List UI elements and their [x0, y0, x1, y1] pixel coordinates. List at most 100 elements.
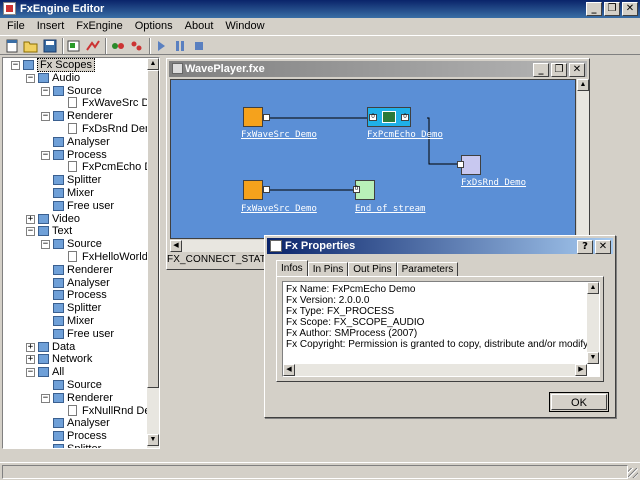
help-button[interactable]: ?	[577, 240, 593, 254]
output-pin[interactable]	[263, 186, 270, 193]
connect-icon[interactable]	[110, 38, 126, 54]
tree-node[interactable]: − Source	[3, 85, 149, 98]
tree-node[interactable]: − Process	[3, 149, 149, 162]
collapse-icon[interactable]: −	[26, 227, 35, 237]
resize-grip-icon[interactable]	[628, 468, 638, 478]
tree-node[interactable]: Process	[3, 289, 149, 302]
dialog-close-button[interactable]: ✕	[595, 240, 611, 254]
menu-options[interactable]: Options	[128, 18, 178, 34]
fx-node-wavesrc[interactable]	[243, 180, 263, 200]
collapse-icon[interactable]: −	[41, 112, 50, 122]
info-text-box[interactable]: Fx Name: FxPcmEcho Demo Fx Version: 2.0.…	[282, 281, 600, 377]
collapse-icon[interactable]: −	[41, 86, 50, 96]
collapse-icon[interactable]: −	[26, 73, 35, 83]
tree-node[interactable]: FxWaveSrc Demo	[3, 97, 149, 110]
close-button[interactable]: ✕	[622, 2, 638, 16]
tree-node[interactable]: Analyser	[3, 136, 149, 149]
child-restore-button[interactable]: ❐	[551, 63, 567, 77]
scroll-down-button[interactable]: ▼	[147, 434, 159, 446]
play-icon[interactable]	[153, 38, 169, 54]
tree-node[interactable]: − Fx Scopes	[3, 58, 149, 72]
tree-node[interactable]: − Renderer	[3, 110, 149, 123]
fx-node-wavesrc[interactable]	[243, 107, 263, 127]
tree-node[interactable]: FxPcmEcho Demo	[3, 161, 149, 174]
collapse-icon[interactable]: −	[41, 150, 50, 160]
tree-node[interactable]: − Renderer	[3, 392, 149, 405]
tree-node[interactable]: − All	[3, 366, 149, 379]
save-icon[interactable]	[42, 38, 58, 54]
canvas-vertical-scrollbar[interactable]: ▲	[577, 79, 589, 239]
tree-node[interactable]: FxDsRnd Demo	[3, 123, 149, 136]
input-pin[interactable]	[457, 161, 464, 168]
pause-icon[interactable]	[172, 38, 188, 54]
remove-fx-icon[interactable]	[85, 38, 101, 54]
tree-node[interactable]: Analyser	[3, 417, 149, 430]
input-pin[interactable]: 0	[369, 114, 377, 121]
menu-about[interactable]: About	[178, 18, 219, 34]
tree-node[interactable]: Analyser	[3, 277, 149, 290]
ok-button[interactable]: OK	[549, 392, 609, 412]
output-pin[interactable]: 0	[401, 114, 409, 121]
open-icon[interactable]	[23, 38, 39, 54]
input-pin[interactable]: 0	[353, 186, 360, 193]
scroll-up-button[interactable]: ▲	[147, 58, 159, 70]
tree-node[interactable]: − Text	[3, 225, 149, 238]
tree-node[interactable]: Splitter	[3, 302, 149, 315]
menu-fxengine[interactable]: FxEngine	[69, 18, 127, 34]
tree-node[interactable]: Process	[3, 430, 149, 443]
tab-parameters[interactable]: Parameters	[396, 262, 459, 277]
tree-node[interactable]: FxHelloWorldSrc	[3, 251, 149, 264]
expand-icon[interactable]: +	[26, 355, 35, 365]
scroll-up-button[interactable]: ▲	[577, 79, 589, 91]
info-vertical-scrollbar[interactable]: ▲ ▼	[587, 282, 599, 364]
restore-button[interactable]: ❐	[604, 2, 620, 16]
minimize-button[interactable]: _	[586, 2, 602, 16]
scroll-thumb[interactable]	[147, 70, 159, 388]
expand-icon[interactable]: +	[26, 214, 35, 224]
tree-node[interactable]: − Audio	[3, 72, 149, 85]
collapse-icon[interactable]: −	[11, 61, 20, 70]
scroll-down-button[interactable]: ▼	[587, 352, 599, 364]
add-fx-icon[interactable]	[66, 38, 82, 54]
fx-graph-canvas[interactable]: FxWaveSrc Demo 0 0 FxPcmEcho Demo FxDsRn…	[170, 79, 576, 239]
info-horizontal-scrollbar[interactable]: ◀ ▶	[283, 364, 587, 376]
child-close-button[interactable]: ✕	[569, 63, 585, 77]
tree-node[interactable]: + Network	[3, 353, 149, 366]
scroll-up-button[interactable]: ▲	[587, 282, 599, 294]
status-bar	[0, 462, 640, 480]
tree-node[interactable]: − Source	[3, 238, 149, 251]
scroll-left-button[interactable]: ◀	[283, 364, 295, 376]
scroll-right-button[interactable]: ▶	[575, 364, 587, 376]
menu-file[interactable]: File	[0, 18, 30, 34]
tab-infos[interactable]: Infos	[276, 260, 308, 277]
tree-node[interactable]: Mixer	[3, 315, 149, 328]
stop-icon[interactable]	[191, 38, 207, 54]
expand-icon[interactable]: +	[26, 342, 35, 352]
output-pin[interactable]	[263, 114, 270, 121]
tree-node[interactable]: Free user	[3, 200, 149, 213]
canvas-horizontal-scrollbar[interactable]: ◀	[170, 240, 264, 252]
fx-scopes-tree[interactable]: −Fx Scopes−Audio−SourceFxWaveSrc Demo−Re…	[2, 57, 160, 449]
child-minimize-button[interactable]: _	[533, 63, 549, 77]
tree-node[interactable]: Splitter	[3, 443, 149, 448]
scroll-left-button[interactable]: ◀	[170, 240, 182, 252]
tree-node[interactable]: Mixer	[3, 187, 149, 200]
tree-node[interactable]: Source	[3, 379, 149, 392]
tree-node[interactable]: Splitter	[3, 174, 149, 187]
tree-node[interactable]: Renderer	[3, 264, 149, 277]
menu-window[interactable]: Window	[218, 18, 269, 34]
disconnect-icon[interactable]	[129, 38, 145, 54]
tree-node[interactable]: + Data	[3, 341, 149, 354]
collapse-icon[interactable]: −	[41, 393, 50, 403]
menu-insert[interactable]: Insert	[30, 18, 70, 34]
tree-scrollbar[interactable]: ▲ ▼	[147, 58, 159, 448]
collapse-icon[interactable]: −	[41, 240, 50, 250]
tab-out-pins[interactable]: Out Pins	[348, 262, 397, 277]
tab-in-pins[interactable]: In Pins	[307, 262, 349, 277]
tree-node[interactable]: + Video	[3, 213, 149, 226]
fx-node-dsrnd[interactable]	[461, 155, 481, 175]
collapse-icon[interactable]: −	[26, 368, 35, 378]
tree-node[interactable]: FxNullRnd Demo	[3, 404, 149, 418]
new-icon[interactable]	[4, 38, 20, 54]
tree-node[interactable]: Free user	[3, 328, 149, 341]
